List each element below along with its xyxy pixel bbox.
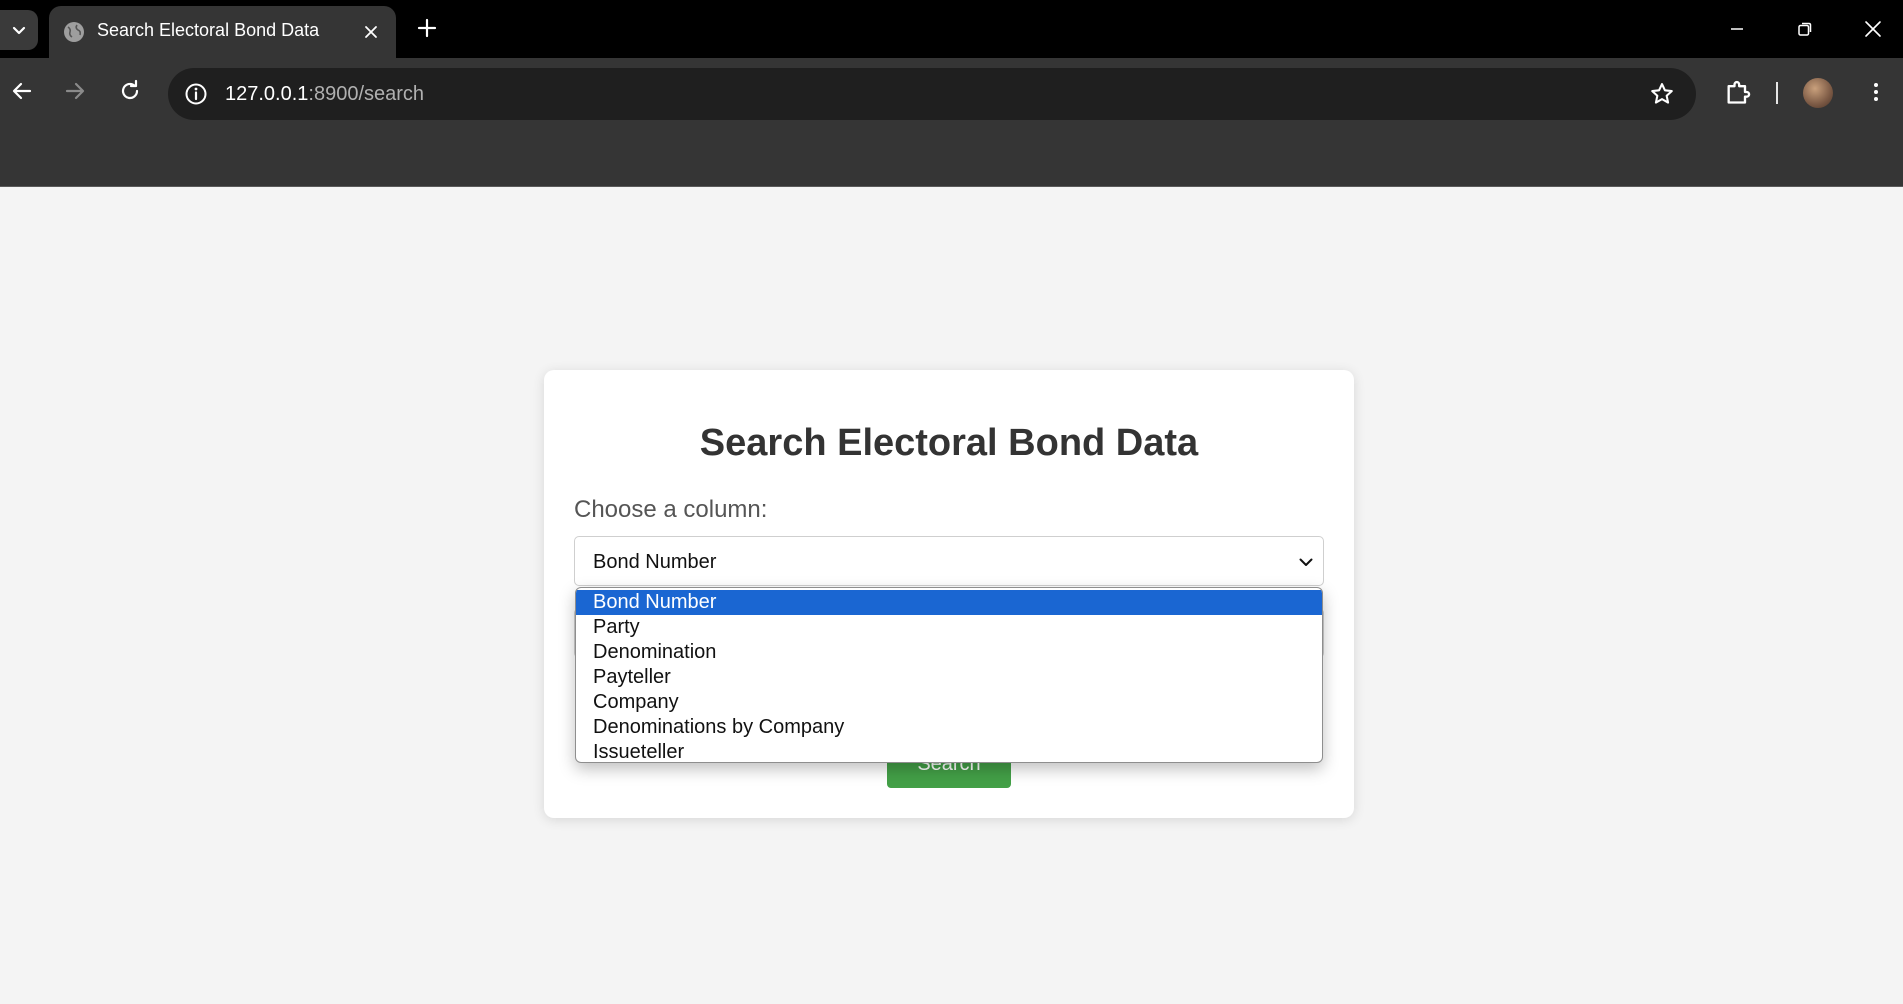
tab-close-button[interactable] — [358, 19, 384, 45]
dropdown-option-issueteller[interactable]: Issueteller — [576, 740, 1322, 762]
close-icon — [1865, 21, 1881, 37]
close-window-button[interactable] — [1853, 9, 1893, 49]
browser-toolbar: 127.0.0.1:8900/search — [0, 58, 1903, 187]
dropdown-option-denomination[interactable]: Denomination — [576, 640, 1322, 665]
more-vert-icon — [1874, 83, 1878, 101]
plus-icon — [417, 18, 437, 38]
menu-button[interactable] — [1856, 72, 1896, 112]
forward-button[interactable] — [57, 73, 93, 109]
chevron-down-icon — [1299, 558, 1313, 566]
reload-icon — [121, 79, 139, 100]
column-dropdown-list: Bond Number Party Denomination Payteller… — [575, 587, 1323, 763]
arrow-right-icon — [65, 82, 85, 100]
site-info-button[interactable] — [182, 80, 210, 108]
globe-icon — [64, 22, 84, 42]
minimize-icon — [1731, 28, 1743, 30]
dropdown-option-party[interactable]: Party — [576, 615, 1322, 640]
back-button[interactable] — [4, 73, 40, 109]
restore-icon — [1798, 22, 1812, 36]
page-title: Search Electoral Bond Data — [699, 422, 1199, 464]
chevron-down-icon — [12, 26, 26, 35]
star-icon — [1651, 83, 1673, 104]
arrow-left-icon — [12, 82, 32, 100]
active-tab[interactable]: Search Electoral Bond Data — [49, 6, 396, 58]
profile-avatar[interactable] — [1803, 78, 1833, 108]
url-text: 127.0.0.1:8900/search — [225, 68, 424, 120]
bookmark-button[interactable] — [1648, 80, 1676, 108]
reload-button[interactable] — [112, 73, 148, 109]
tab-strip: Search Electoral Bond Data — [0, 0, 1903, 58]
url-path: :8900/search — [308, 83, 425, 105]
tab-search-button[interactable] — [0, 10, 38, 50]
column-label: Choose a column: — [574, 496, 768, 523]
info-icon — [185, 83, 207, 105]
tab-title: Search Electoral Bond Data — [97, 20, 320, 40]
column-select[interactable]: Bond Number — [574, 536, 1324, 586]
dropdown-option-bond-number[interactable]: Bond Number — [576, 590, 1322, 615]
minimize-button[interactable] — [1717, 9, 1757, 49]
dropdown-option-company[interactable]: Company — [576, 690, 1322, 715]
dropdown-option-denominations-by-company[interactable]: Denominations by Company — [576, 715, 1322, 740]
url-host: 127.0.0.1 — [225, 83, 309, 105]
column-select-value: Bond Number — [593, 551, 717, 573]
close-icon — [365, 26, 377, 38]
restore-button[interactable] — [1785, 9, 1825, 49]
toolbar-divider — [1776, 82, 1778, 104]
dropdown-option-payteller[interactable]: Payteller — [576, 665, 1322, 690]
extensions-button[interactable] — [1718, 72, 1758, 112]
new-tab-button[interactable] — [412, 13, 442, 43]
puzzle-icon — [1727, 80, 1751, 104]
address-bar[interactable]: 127.0.0.1:8900/search — [168, 68, 1696, 120]
